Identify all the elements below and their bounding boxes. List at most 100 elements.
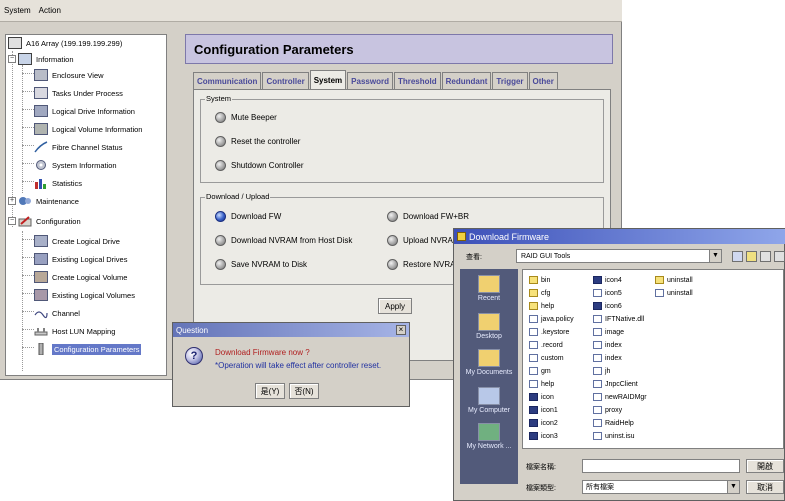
details-view-icon[interactable] [774, 251, 785, 262]
tree-item-host-lun-mapping[interactable]: Host LUN Mapping [34, 323, 115, 339]
tree-item-fibre-channel-status[interactable]: Fibre Channel Status [34, 139, 122, 155]
apply-button[interactable]: Apply [378, 298, 412, 314]
tree-item-create-logical-drive[interactable]: Create Logical Drive [34, 233, 120, 249]
file-list-item[interactable]: java.policy [529, 314, 574, 324]
list-view-icon[interactable] [760, 251, 771, 262]
tree-item-logical-volume-information[interactable]: Logical Volume Information [34, 121, 142, 137]
file-list-item[interactable]: icon [529, 392, 554, 402]
place-desktop[interactable]: Desktop [460, 313, 518, 340]
tab-controller[interactable]: Controller [262, 72, 309, 89]
expand-maintenance-icon[interactable]: + [8, 197, 16, 205]
menu-system[interactable]: System [4, 6, 31, 15]
file-list-item[interactable]: JnpcClient [593, 379, 638, 389]
file-list-item[interactable]: IFTNative.dll [593, 314, 644, 324]
tab-redundant[interactable]: Redundant [441, 72, 492, 89]
collapse-information-icon[interactable]: − [8, 55, 16, 63]
radio-button[interactable] [215, 112, 226, 123]
chevron-down-icon[interactable]: ▼ [709, 250, 721, 262]
tab-communication[interactable]: Communication [193, 72, 262, 89]
file-list-item[interactable]: uninstall [655, 288, 693, 298]
upload-nvram-option[interactable]: Upload NVRAM [387, 235, 459, 246]
file-list-item[interactable]: .record [529, 340, 563, 350]
radio-button[interactable] [215, 136, 226, 147]
tree-item-create-logical-volume[interactable]: Create Logical Volume [34, 269, 127, 285]
tree-item-system-information[interactable]: System Information [34, 157, 117, 173]
file-list-item[interactable]: uninst.isu [593, 431, 635, 441]
menu-action[interactable]: Action [39, 6, 61, 15]
save-nvram-option[interactable]: Save NVRAM to Disk [215, 259, 307, 270]
radio-button[interactable] [215, 160, 226, 171]
radio-button[interactable] [387, 235, 398, 246]
file-list-item[interactable]: help [529, 379, 554, 389]
reset-controller-option[interactable]: Reset the controller [215, 136, 300, 147]
look-in-combo[interactable]: RAID GUI Tools ▼ [516, 249, 722, 263]
file-list-item[interactable]: help [529, 301, 554, 311]
download-fw-br-option[interactable]: Download FW+BR [387, 211, 469, 222]
radio-button[interactable] [215, 235, 226, 246]
radio-button[interactable] [387, 211, 398, 222]
file-list-item[interactable]: icon1 [529, 405, 558, 415]
file-list-item[interactable]: icon5 [593, 288, 622, 298]
file-list-item[interactable]: proxy [593, 405, 622, 415]
tab-system[interactable]: System [309, 70, 347, 89]
file-list-item[interactable]: icon3 [529, 431, 558, 441]
place-my-documents[interactable]: My Documents [460, 349, 518, 376]
chevron-down-icon[interactable]: ▼ [727, 481, 739, 493]
tab-threshold[interactable]: Threshold [393, 72, 441, 89]
tree-item-configuration-parameters[interactable]: Configuration Parameters [34, 341, 142, 357]
file-list-item[interactable]: .keystore [529, 327, 569, 337]
tree-item-logical-drive-information[interactable]: Logical Drive Information [34, 103, 135, 119]
file-list-item[interactable]: index [593, 340, 622, 350]
tree-item-maintenance[interactable]: Maintenance [18, 193, 79, 209]
open-button[interactable]: 開啟 [746, 459, 784, 473]
file-list-item[interactable]: index [593, 353, 622, 363]
file-list-item[interactable]: bin [529, 275, 550, 285]
place-recent[interactable]: Recent [460, 275, 518, 302]
tab-other[interactable]: Other [528, 72, 558, 89]
radio-button[interactable] [387, 259, 398, 270]
file-list-item[interactable]: jh [593, 366, 610, 376]
file-name: bin [541, 276, 551, 284]
place-my-network[interactable]: My Network ... [460, 423, 518, 450]
file-list-item[interactable]: icon4 [593, 275, 622, 285]
cancel-button[interactable]: 取消 [746, 480, 784, 494]
file-name: proxy [605, 406, 623, 414]
tree-item-statistics[interactable]: Statistics [34, 175, 82, 191]
file-list-item[interactable]: gm [529, 366, 551, 376]
file-list-item[interactable]: icon2 [529, 418, 558, 428]
file-list-item[interactable]: RaidHelp [593, 418, 634, 428]
filename-input[interactable] [582, 459, 740, 473]
close-icon[interactable]: × [396, 325, 406, 335]
collapse-configuration-icon[interactable]: − [8, 217, 16, 225]
mute-beeper-option[interactable]: Mute Beeper [215, 112, 277, 123]
tree-item-channel[interactable]: Channel [34, 305, 80, 321]
radio-button-selected[interactable] [215, 211, 226, 222]
new-folder-icon[interactable] [746, 251, 757, 262]
file-list-item[interactable]: custom [529, 353, 564, 363]
tree-item-configuration[interactable]: Configuration [18, 213, 81, 229]
tab-password[interactable]: Password [347, 72, 393, 89]
download-nvram-option[interactable]: Download NVRAM from Host Disk [215, 235, 352, 246]
tree-item-information[interactable]: Information [18, 51, 74, 67]
tree-item-tasks-under-process[interactable]: Tasks Under Process [34, 85, 123, 101]
place-my-computer[interactable]: My Computer [460, 387, 518, 414]
tree-item-existing-logical-drives[interactable]: Existing Logical Drives [34, 251, 127, 267]
file-list-item[interactable]: cfg [529, 288, 550, 298]
restore-nvram-option[interactable]: Restore NVRAM [387, 259, 462, 270]
filetype-select[interactable]: 所有檔案 ▼ [582, 480, 740, 494]
file-list-item[interactable]: image [593, 327, 624, 337]
file-list-item[interactable]: icon6 [593, 301, 622, 311]
file-list-item[interactable]: uninstall [655, 275, 693, 285]
file-name: RaidHelp [605, 419, 634, 427]
tree-item-enclosure-view[interactable]: Enclosure View [34, 67, 104, 83]
tab-trigger[interactable]: Trigger [492, 72, 528, 89]
download-fw-option[interactable]: Download FW [215, 211, 281, 222]
yes-button[interactable]: 是(Y) [255, 383, 285, 399]
file-list-item[interactable]: newRAIDMgr [593, 392, 647, 402]
radio-button[interactable] [215, 259, 226, 270]
shutdown-controller-option[interactable]: Shutdown Controller [215, 160, 303, 171]
no-button[interactable]: 否(N) [289, 383, 319, 399]
tree-root[interactable]: A16 Array (199.199.199.299) [8, 35, 122, 51]
tree-item-existing-logical-volumes[interactable]: Existing Logical Volumes [34, 287, 135, 303]
up-folder-icon[interactable] [732, 251, 743, 262]
